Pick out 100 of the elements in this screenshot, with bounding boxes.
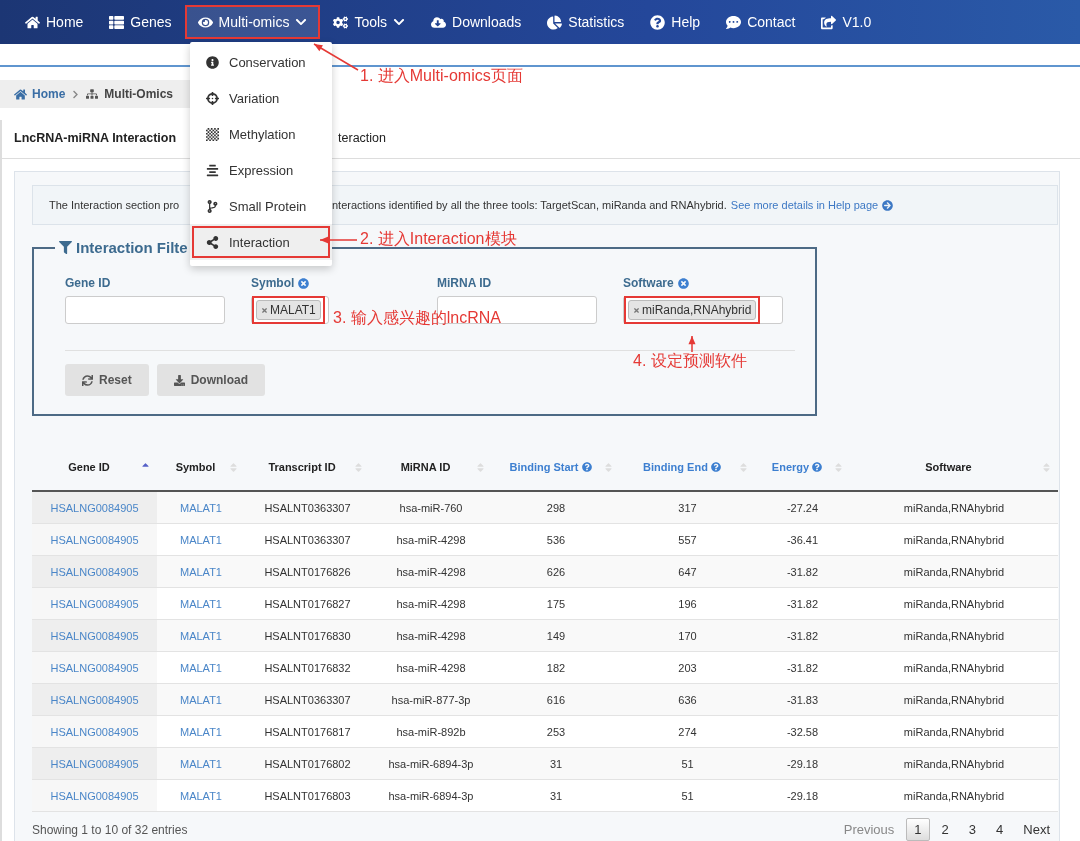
input-field[interactable]: miRanda,RNAhybrid bbox=[623, 296, 783, 324]
table-cell: 616 bbox=[546, 693, 566, 706]
table-cell: HSALNT0176826 bbox=[264, 565, 351, 578]
nav-link[interactable]: Multi-omics bbox=[186, 7, 319, 37]
table-cell: 182 bbox=[546, 661, 566, 674]
nav-link[interactable]: Help bbox=[639, 7, 712, 37]
table-cell: -31.82 bbox=[786, 629, 819, 642]
selected-tag[interactable]: miRanda,RNAhybrid bbox=[628, 300, 757, 320]
table-link[interactable]: MALAT1 bbox=[180, 693, 222, 706]
column-header[interactable]: Software bbox=[856, 461, 1041, 473]
column-header[interactable]: Binding Start bbox=[498, 461, 603, 473]
nav-link[interactable]: V1.0 bbox=[810, 7, 883, 37]
menu-item[interactable]: Variation bbox=[190, 80, 332, 116]
column-header[interactable]: Gene ID bbox=[38, 461, 140, 473]
table-cell: 31 bbox=[549, 757, 563, 770]
table-cell: HSALNT0176802 bbox=[264, 757, 351, 770]
table-cell: miRanda,RNAhybrid bbox=[903, 597, 1005, 610]
nav-link[interactable]: Genes bbox=[98, 7, 183, 37]
nav-link[interactable]: Contact bbox=[715, 7, 807, 37]
clear-icon[interactable] bbox=[677, 277, 689, 289]
sort-icon[interactable] bbox=[833, 461, 844, 473]
column-header[interactable]: Energy bbox=[761, 461, 833, 473]
column-header[interactable]: Binding End bbox=[626, 461, 738, 473]
help-icon bbox=[710, 462, 721, 472]
table-link[interactable]: HSALNG0084905 bbox=[50, 725, 139, 738]
sort-icon[interactable] bbox=[738, 461, 749, 473]
column-header[interactable]: Symbol bbox=[163, 461, 228, 473]
sort-icon[interactable] bbox=[475, 461, 486, 473]
table-cell: hsa-miR-892b bbox=[396, 725, 466, 738]
input-field[interactable]: MALAT1 bbox=[251, 296, 329, 324]
tab[interactable]: LncRNA-miRNA Interaction bbox=[14, 121, 177, 157]
table-cell: hsa-miR-760 bbox=[399, 501, 463, 514]
field-label: MiRNA ID bbox=[437, 276, 493, 290]
table-link[interactable]: HSALNG0084905 bbox=[50, 789, 139, 802]
help-icon bbox=[581, 462, 592, 472]
next-link[interactable]: Next bbox=[1015, 818, 1058, 841]
table-link[interactable]: MALAT1 bbox=[180, 725, 222, 738]
table-link[interactable]: MALAT1 bbox=[180, 597, 222, 610]
table-cell: miRanda,RNAhybrid bbox=[903, 533, 1005, 546]
table-cell: miRanda,RNAhybrid bbox=[903, 565, 1005, 578]
table-cell: 626 bbox=[546, 565, 566, 578]
table-cell: 557 bbox=[678, 533, 697, 546]
table-link[interactable]: MALAT1 bbox=[180, 565, 222, 578]
page-link[interactable]: 2 bbox=[933, 818, 957, 841]
menu-item[interactable]: Small Protein bbox=[190, 188, 332, 224]
table-cell: miRanda,RNAhybrid bbox=[903, 661, 1005, 674]
input-field[interactable] bbox=[65, 296, 225, 324]
table-cell: 51 bbox=[681, 789, 694, 802]
list-icon bbox=[109, 14, 125, 30]
table-link[interactable]: MALAT1 bbox=[180, 533, 222, 546]
nav-link[interactable]: Tools bbox=[322, 7, 417, 37]
table-link[interactable]: MALAT1 bbox=[180, 789, 222, 802]
table-link[interactable]: MALAT1 bbox=[180, 501, 222, 514]
nav-link[interactable]: Home bbox=[14, 7, 95, 37]
help-icon bbox=[650, 14, 666, 30]
menu-item[interactable]: Expression bbox=[190, 152, 332, 188]
sort-icon[interactable] bbox=[353, 461, 364, 473]
table-cell: miRanda,RNAhybrid bbox=[903, 693, 1005, 706]
download-button[interactable]: Download bbox=[156, 364, 265, 396]
column-header[interactable]: MiRNA ID bbox=[376, 461, 475, 473]
page-link[interactable]: 4 bbox=[988, 818, 1012, 841]
home-icon bbox=[14, 87, 27, 101]
help-link[interactable]: See more details in Help page bbox=[730, 199, 894, 211]
menu-item[interactable]: Conservation bbox=[190, 44, 332, 80]
table-link[interactable]: HSALNG0084905 bbox=[50, 661, 139, 674]
remove-icon[interactable] bbox=[633, 306, 640, 314]
column-header[interactable]: Transcript ID bbox=[251, 461, 353, 473]
tab[interactable]: teraction bbox=[338, 121, 386, 157]
nav-link[interactable]: Downloads bbox=[420, 7, 533, 37]
page-link[interactable]: 3 bbox=[960, 818, 985, 841]
field-label: Symbol bbox=[251, 276, 411, 290]
remove-icon[interactable] bbox=[261, 306, 268, 314]
pie-chart-icon bbox=[547, 14, 563, 30]
menu-item[interactable]: Interaction bbox=[190, 224, 332, 260]
table-cell: 253 bbox=[546, 725, 566, 738]
menu-item[interactable]: Methylation bbox=[190, 116, 332, 152]
table-link[interactable]: HSALNG0084905 bbox=[50, 533, 139, 546]
page-link[interactable]: 1 bbox=[906, 818, 930, 841]
table-cell: 536 bbox=[546, 533, 566, 546]
sort-icon[interactable] bbox=[1041, 461, 1052, 473]
table-link[interactable]: MALAT1 bbox=[180, 661, 222, 674]
table-cell: hsa-miR-4298 bbox=[396, 565, 466, 578]
arrow bbox=[319, 236, 358, 244]
table-cell: -31.82 bbox=[786, 597, 819, 610]
filter-icon bbox=[59, 241, 72, 254]
sort-icon[interactable] bbox=[603, 461, 614, 473]
table-cell: 298 bbox=[546, 501, 566, 514]
clear-icon[interactable] bbox=[298, 277, 310, 289]
table-link[interactable]: MALAT1 bbox=[180, 757, 222, 770]
reset-button[interactable]: Reset bbox=[65, 364, 149, 396]
nav-link[interactable]: Statistics bbox=[536, 7, 636, 37]
table-cell: -32.58 bbox=[786, 725, 819, 738]
breadcrumb-item: Multi-Omics bbox=[104, 87, 173, 101]
sort-icon[interactable] bbox=[228, 461, 239, 473]
table-link[interactable]: HSALNG0084905 bbox=[50, 597, 139, 610]
table-link[interactable]: MALAT1 bbox=[180, 629, 222, 642]
selected-tag[interactable]: MALAT1 bbox=[256, 300, 321, 320]
description-text: The Interaction section pro bbox=[49, 199, 181, 211]
breadcrumb-link[interactable]: Home bbox=[14, 87, 66, 101]
table-cell: -29.18 bbox=[786, 757, 819, 770]
